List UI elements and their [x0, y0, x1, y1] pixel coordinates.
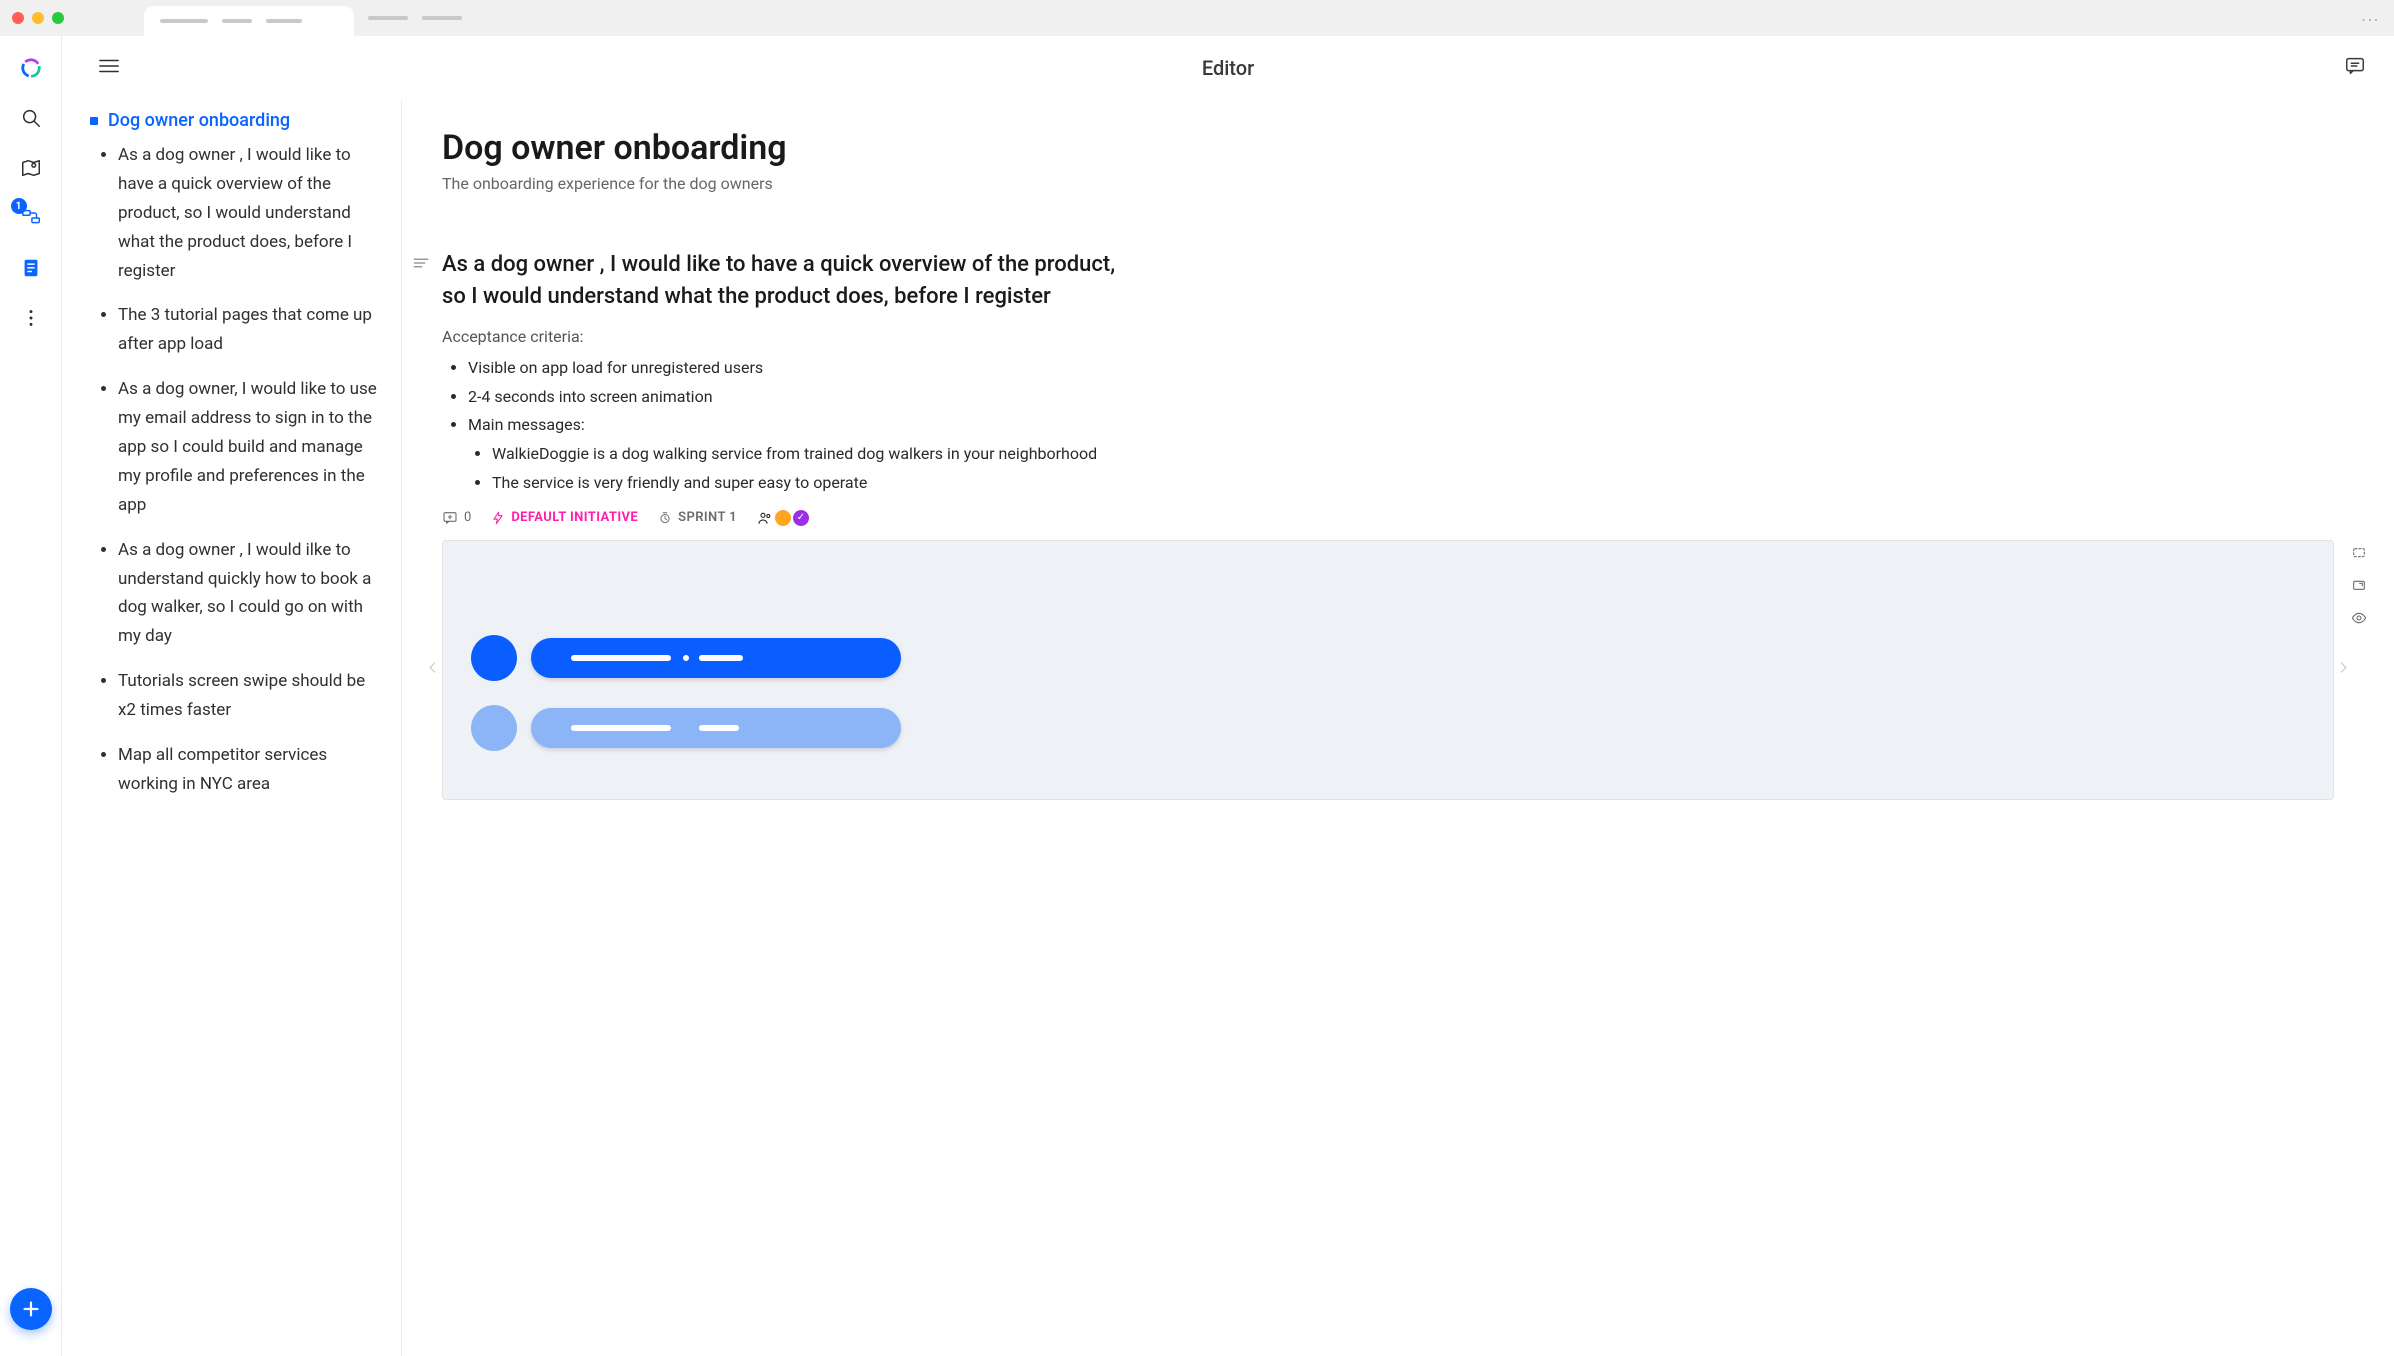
- crop-icon[interactable]: [2350, 546, 2368, 566]
- app-logo-icon[interactable]: [17, 54, 45, 82]
- doc-subtitle[interactable]: The onboarding experience for the dog ow…: [442, 174, 2334, 193]
- mock-shape: [471, 705, 517, 751]
- criteria-item[interactable]: Visible on app load for unregistered use…: [468, 356, 2334, 381]
- window-minimize-button[interactable]: [32, 12, 44, 24]
- bullet-icon: [90, 117, 98, 125]
- outline-item[interactable]: The 3 tutorial pages that come up after …: [118, 301, 387, 359]
- criteria-item[interactable]: 2-4 seconds into screen animation: [468, 385, 2334, 410]
- outline-panel: Dog owner onboarding As a dog owner , I …: [62, 100, 402, 1356]
- preview-prev-button[interactable]: [418, 649, 448, 690]
- avatar: ✓: [793, 510, 809, 526]
- preview-image[interactable]: [442, 540, 2334, 800]
- story-comments-button[interactable]: 0: [442, 510, 471, 526]
- flow-icon[interactable]: 1: [17, 204, 45, 232]
- story-title[interactable]: As a dog owner , I would like to have a …: [442, 249, 1122, 313]
- page-title: Editor: [1202, 56, 1254, 80]
- acceptance-criteria-label: Acceptance criteria:: [442, 327, 2334, 346]
- outline-item[interactable]: As a dog owner, I would like to use my e…: [118, 375, 387, 519]
- outline-root-item[interactable]: Dog owner onboarding: [90, 110, 387, 131]
- eye-icon[interactable]: [2350, 610, 2368, 630]
- browser-chrome: ⋮: [0, 0, 2394, 36]
- people-icon: [757, 510, 773, 526]
- browser-tab-inactive[interactable]: [422, 16, 462, 20]
- fullscreen-icon[interactable]: [2350, 578, 2368, 598]
- comments-icon[interactable]: [2344, 55, 2366, 81]
- attachment-preview: [442, 540, 2334, 800]
- topbar: Editor: [62, 36, 2394, 100]
- outline-root-label: Dog owner onboarding: [108, 110, 290, 131]
- browser-tab-inactive[interactable]: [368, 16, 408, 20]
- mock-shape: [471, 635, 517, 681]
- criteria-item[interactable]: WalkieDoggie is a dog walking service fr…: [492, 442, 2334, 467]
- story-sprint-button[interactable]: SPRINT 1: [658, 510, 737, 525]
- more-icon[interactable]: [17, 304, 45, 332]
- story-meta: 0 DEFAULT INITIATIVE SPRINT 1: [442, 510, 2334, 526]
- story-block: As a dog owner , I would like to have a …: [442, 249, 2334, 800]
- nav-rail: 1: [0, 36, 62, 1356]
- story-assignees[interactable]: ✓: [757, 510, 809, 526]
- mock-shape: [531, 638, 901, 678]
- preview-tools: [2350, 546, 2368, 630]
- window-close-button[interactable]: [12, 12, 24, 24]
- story-sprint-label: SPRINT 1: [678, 510, 737, 525]
- preview-next-button[interactable]: [2328, 649, 2358, 690]
- criteria-item[interactable]: Main messages: WalkieDoggie is a dog wal…: [468, 413, 2334, 495]
- mock-shape: [531, 708, 901, 748]
- browser-tabs: [144, 0, 462, 36]
- nav-badge: 1: [11, 198, 27, 214]
- add-button[interactable]: [10, 1288, 52, 1330]
- avatar: [775, 510, 791, 526]
- browser-tab-active[interactable]: [144, 6, 354, 36]
- story-initiative-button[interactable]: DEFAULT INITIATIVE: [491, 510, 638, 525]
- document-icon[interactable]: [17, 254, 45, 282]
- doc-title[interactable]: Dog owner onboarding: [442, 128, 2334, 168]
- outline-item[interactable]: As a dog owner , I would like to have a …: [118, 141, 387, 285]
- outline-item[interactable]: Tutorials screen swipe should be x2 time…: [118, 667, 387, 725]
- story-comments-count: 0: [464, 510, 471, 525]
- map-icon[interactable]: [17, 154, 45, 182]
- story-initiative-label: DEFAULT INITIATIVE: [511, 510, 638, 525]
- search-icon[interactable]: [17, 104, 45, 132]
- window-zoom-button[interactable]: [52, 12, 64, 24]
- outline-item[interactable]: As a dog owner , I would ilke to underst…: [118, 536, 387, 652]
- browser-menu-icon[interactable]: ⋮: [2359, 11, 2380, 25]
- outline-item[interactable]: Map all competitor services working in N…: [118, 741, 387, 799]
- window-controls: [12, 12, 64, 24]
- menu-icon[interactable]: [98, 57, 120, 79]
- criteria-item[interactable]: The service is very friendly and super e…: [492, 471, 2334, 496]
- drag-handle-icon[interactable]: [412, 255, 430, 274]
- editor-panel: Dog owner onboarding The onboarding expe…: [402, 100, 2394, 1356]
